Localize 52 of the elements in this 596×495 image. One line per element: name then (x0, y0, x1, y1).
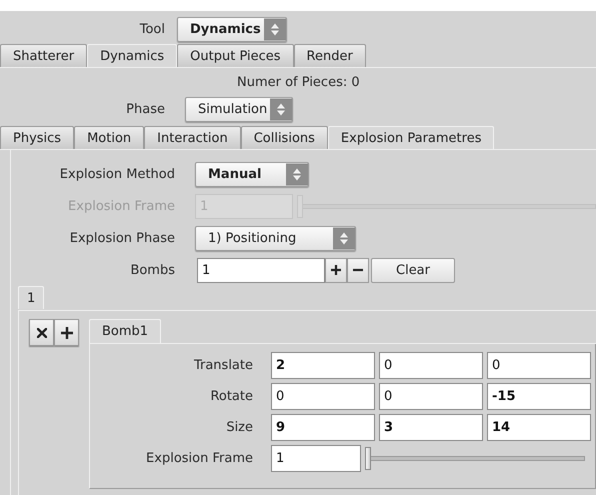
transform-label: Size (225, 420, 253, 435)
value-field[interactable]: 0 (271, 383, 375, 410)
tab[interactable]: Bomb1 (89, 319, 162, 343)
add-button[interactable] (54, 319, 79, 346)
frame-slider[interactable] (365, 447, 585, 470)
spinner-icon (286, 162, 308, 186)
add-button[interactable] (325, 258, 347, 282)
pieces-count: Numer of Pieces: 0 (237, 74, 360, 90)
value-field[interactable]: 0 (379, 352, 483, 379)
tab[interactable]: Dynamics (87, 44, 178, 67)
parameter-dropdown[interactable]: 1) Positioning (195, 226, 356, 250)
value-field[interactable]: 0 (487, 352, 591, 379)
value-field[interactable]: 9 (271, 414, 375, 441)
phase-dropdown[interactable]: Simulation (185, 96, 293, 122)
frame-field[interactable]: 1 (271, 445, 361, 472)
parameter-label: Explosion Phase (68, 230, 175, 246)
parameter-label: Bombs (129, 262, 175, 278)
spinner-icon (270, 98, 292, 120)
remove-button[interactable] (347, 258, 369, 282)
tab[interactable]: Collisions (240, 126, 328, 149)
bombs-field[interactable]: 1 (197, 258, 325, 282)
transform-label: Rotate (209, 389, 253, 404)
tab[interactable]: Shatterer (0, 44, 88, 67)
plus-icon (60, 326, 72, 338)
tab[interactable]: Physics (0, 126, 74, 149)
tab[interactable]: Render (294, 44, 366, 67)
tool-dropdown[interactable]: Dynamics (177, 16, 287, 42)
value-field[interactable]: 3 (379, 414, 483, 441)
frame-slider[interactable] (297, 194, 596, 218)
tab[interactable]: Interaction (144, 126, 241, 149)
value-field[interactable]: -15 (487, 383, 591, 410)
frame-label: Explosion Frame (145, 451, 253, 466)
parameter-label: Explosion Frame (67, 198, 175, 214)
tab[interactable]: Output Pieces (177, 44, 294, 67)
parameter-label: Explosion Method (58, 166, 175, 182)
tab[interactable]: 1 (18, 286, 44, 309)
slider-thumb[interactable] (365, 447, 371, 470)
clear-button[interactable]: Clear (371, 258, 455, 282)
value-field[interactable]: 2 (271, 352, 375, 379)
phase-label: Phase (125, 102, 165, 116)
delete-button[interactable] (29, 319, 54, 346)
spinner-icon (264, 18, 286, 40)
parameter-dropdown[interactable]: Manual (195, 162, 309, 186)
tab[interactable]: Motion (74, 126, 144, 149)
spinner-icon (333, 226, 355, 250)
value-field[interactable]: 0 (379, 383, 483, 410)
plus-icon (331, 265, 341, 275)
transform-label: Translate (192, 358, 253, 373)
value-field[interactable]: 14 (487, 414, 591, 441)
tool-label: Tool (138, 22, 165, 36)
tab[interactable]: Explosion Parametres (328, 126, 494, 149)
close-icon (36, 328, 46, 338)
